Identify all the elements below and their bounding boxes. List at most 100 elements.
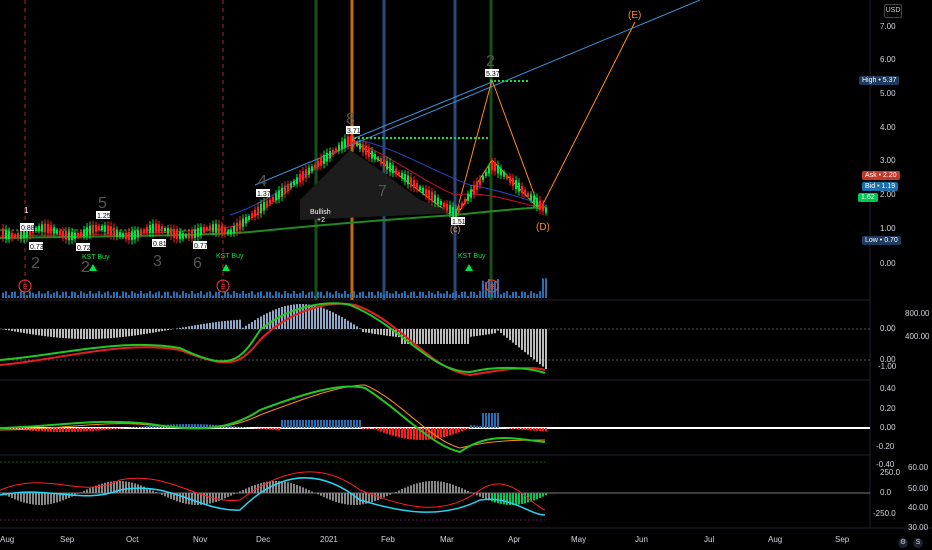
momentum-bar bbox=[494, 493, 496, 503]
candle-body bbox=[173, 229, 175, 238]
osc-bar bbox=[494, 329, 496, 334]
osc-bar bbox=[35, 329, 37, 335]
volume-bar bbox=[257, 292, 259, 298]
volume-bar bbox=[413, 291, 415, 298]
currency-button[interactable]: USD bbox=[884, 4, 902, 18]
candle-body bbox=[365, 146, 367, 155]
candle-body bbox=[182, 233, 184, 239]
volume-bar bbox=[266, 291, 268, 298]
candle-body bbox=[449, 205, 451, 214]
time-tick: Oct bbox=[126, 535, 139, 544]
osc-axis[interactable]: 0.00 0.00 -1.00 800.00 400.00 bbox=[878, 309, 930, 371]
candle-body bbox=[380, 158, 382, 164]
price-flag: 0.77 bbox=[194, 243, 208, 250]
momentum-bar bbox=[326, 493, 328, 499]
momentum-bar bbox=[449, 483, 451, 493]
momentum-bar bbox=[443, 482, 445, 493]
kst-axis[interactable]: 0.40 0.20 0.00 -0.20 -0.40 bbox=[876, 384, 896, 469]
time-axis[interactable]: Aug Sep Oct Nov Dec 2021 Feb Mar Apr May… bbox=[0, 535, 850, 544]
candle-body bbox=[272, 197, 274, 202]
kst-bar bbox=[407, 428, 409, 440]
kst-bar bbox=[491, 413, 493, 428]
osc-bar bbox=[68, 329, 70, 339]
candle-body bbox=[521, 185, 523, 194]
chart-canvas[interactable]: 7.00 6.00 5.00 4.00 3.00 2.00 1.00 0.00 … bbox=[0, 0, 932, 550]
osc-bar bbox=[98, 329, 100, 339]
momentum-bar bbox=[227, 493, 229, 498]
ask-value: 2.20 bbox=[883, 172, 897, 179]
volume-bar bbox=[35, 294, 37, 298]
osc-bar bbox=[242, 327, 244, 329]
momentum-bar bbox=[299, 486, 301, 493]
osc-bar bbox=[131, 329, 133, 336]
candle-body bbox=[158, 224, 160, 232]
volume-bars bbox=[2, 278, 547, 298]
volume-bar bbox=[341, 293, 343, 298]
price-axis[interactable]: 7.00 6.00 5.00 4.00 3.00 2.00 1.00 0.00 bbox=[880, 22, 896, 268]
candle-body bbox=[179, 231, 181, 240]
osc-bar bbox=[455, 329, 457, 344]
momentum-bar bbox=[479, 493, 481, 497]
candle-body bbox=[104, 225, 106, 232]
candle-body bbox=[83, 229, 85, 237]
price-tick: 6.00 bbox=[880, 55, 896, 64]
momentum-bar bbox=[437, 481, 439, 493]
candle-body bbox=[113, 227, 115, 237]
candle-body bbox=[41, 224, 43, 232]
osc-bar bbox=[251, 321, 253, 329]
momentum-bar bbox=[14, 493, 16, 500]
osc-bar bbox=[89, 329, 91, 339]
volume-bar bbox=[326, 291, 328, 298]
volume-bar bbox=[284, 291, 286, 298]
candle-body bbox=[506, 175, 508, 179]
osc-bar bbox=[83, 329, 85, 339]
osc-bar bbox=[530, 329, 532, 357]
candle-body bbox=[338, 144, 340, 151]
osc-bar bbox=[269, 311, 271, 329]
osc-bar bbox=[365, 329, 367, 333]
event-markers[interactable]: E E E bbox=[18, 279, 499, 293]
osc-bar bbox=[500, 329, 502, 333]
volume-bar bbox=[368, 291, 370, 298]
kst-bar bbox=[317, 420, 319, 428]
kst-bar bbox=[473, 425, 475, 428]
momentum-bar bbox=[233, 493, 235, 495]
osc-bar bbox=[212, 322, 214, 329]
price-flags: 0.88 0.73 0.72 1.25 0.81 0.77 1.37 3.71 … bbox=[20, 69, 500, 252]
candle-body bbox=[488, 166, 490, 174]
momentum-bar bbox=[149, 489, 151, 493]
volume-bar bbox=[449, 294, 451, 298]
osc-bar bbox=[119, 329, 121, 338]
high-label: High bbox=[862, 77, 877, 84]
scale-button[interactable]: S bbox=[913, 538, 923, 548]
osc-bar bbox=[488, 329, 490, 335]
momentum-bar bbox=[119, 481, 121, 493]
osc-bar bbox=[14, 329, 16, 332]
price-flag: 3.71 bbox=[347, 128, 361, 135]
volume-bar bbox=[344, 291, 346, 298]
candle-body bbox=[422, 187, 424, 193]
candle-body bbox=[344, 138, 346, 148]
momentum-bar bbox=[428, 481, 430, 493]
osc-tick-right: 800.00 bbox=[905, 309, 930, 318]
settings-gear-icon[interactable]: ⚙ bbox=[898, 538, 908, 548]
momentum-bar bbox=[362, 493, 364, 505]
momentum-bar bbox=[50, 493, 52, 504]
candle-body bbox=[110, 226, 112, 236]
kst-bar bbox=[380, 428, 382, 432]
candle-body bbox=[254, 209, 256, 217]
candle-body bbox=[410, 177, 412, 187]
volume-bar bbox=[221, 295, 223, 298]
time-tick: Nov bbox=[193, 535, 207, 544]
momentum-bar bbox=[422, 481, 424, 493]
kst-bar bbox=[467, 428, 469, 430]
kst-bar bbox=[422, 428, 424, 440]
volume-bar bbox=[110, 295, 112, 298]
time-tick: Jul bbox=[704, 535, 714, 544]
kst-bar bbox=[239, 426, 241, 428]
volume-bar bbox=[446, 291, 448, 298]
osc-bar bbox=[380, 329, 382, 335]
momentum-axis[interactable]: 250.0 0.0 -250.0 60.00 50.00 40.00 30.00 bbox=[873, 463, 929, 532]
kst-bar bbox=[146, 426, 148, 428]
volume-bar bbox=[59, 295, 61, 298]
